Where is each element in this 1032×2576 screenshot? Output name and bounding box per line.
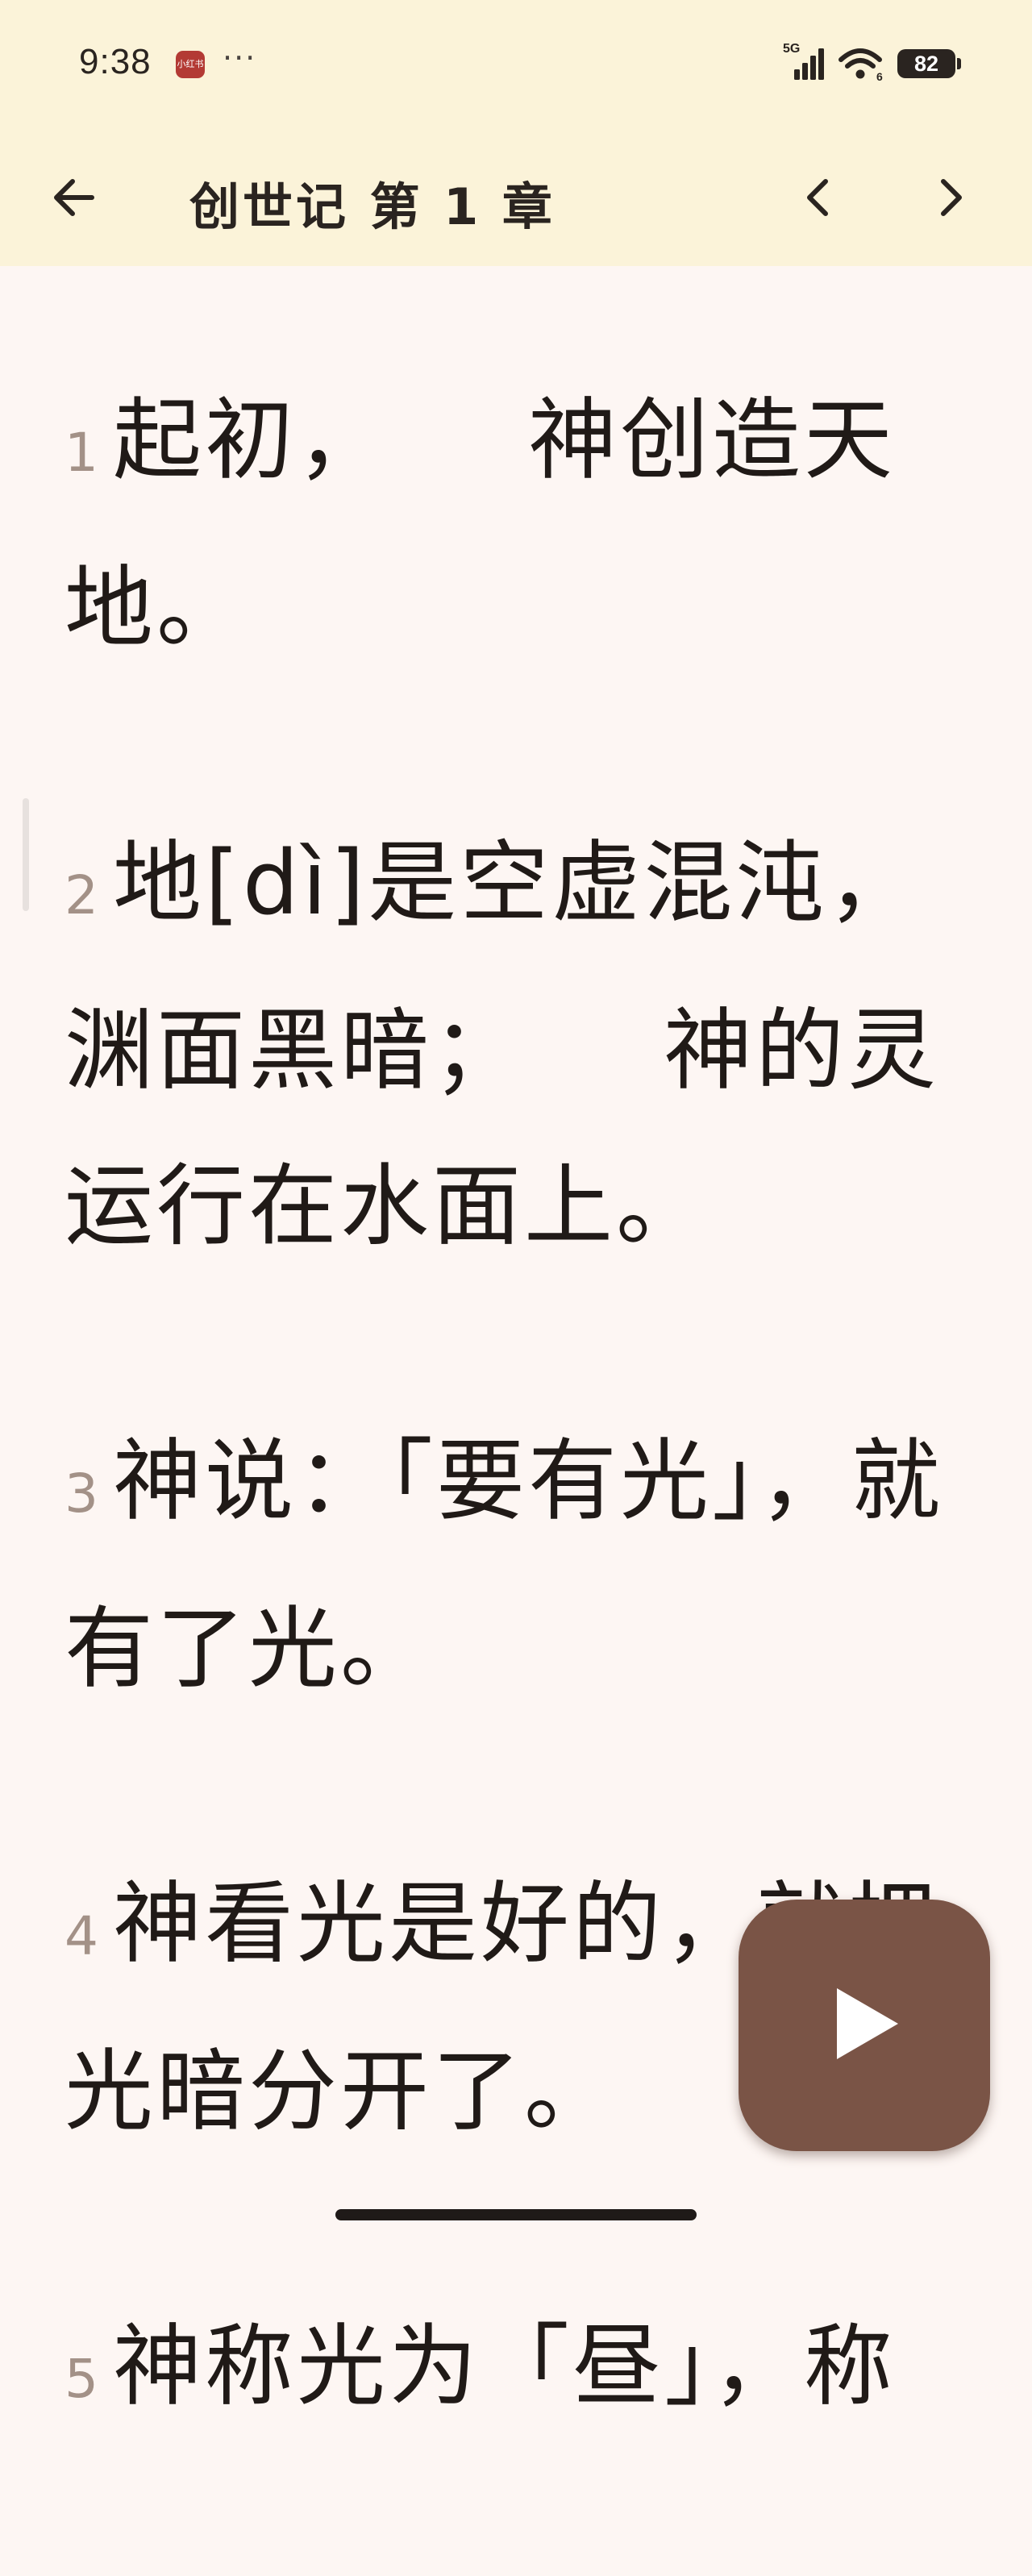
verse-text: 地[dì]是空虚混沌，渊面黑暗； 神的灵运行在水面上。 xyxy=(64,831,939,1258)
play-audio-button[interactable] xyxy=(739,1900,990,2151)
top-bar: 9:38 小红书 ··· 5G 6 82 创世记 第 1 章 xyxy=(0,0,1032,266)
status-time: 9:38 xyxy=(79,42,152,81)
arrow-left-icon xyxy=(54,179,94,216)
verse-3[interactable]: 3 神说：「要有光」，就有了光。 xyxy=(64,1404,968,1727)
scroll-indicator[interactable] xyxy=(23,798,29,911)
network-type-label: 5G xyxy=(783,42,801,56)
verse-number: 3 xyxy=(64,1463,102,1525)
status-indicators: 5G 6 82 xyxy=(783,42,961,83)
chapter-title: 创世记 第 1 章 xyxy=(189,177,556,236)
previous-chapter-button[interactable] xyxy=(789,165,853,230)
chevron-right-icon xyxy=(941,179,962,216)
verse-number: 5 xyxy=(64,2348,102,2410)
battery-icon: 82 xyxy=(897,49,961,78)
verse-2[interactable]: 2 地[dì]是空虚混沌，渊面黑暗； 神的灵运行在水面上。 xyxy=(64,805,968,1284)
more-notifications-icon: ··· xyxy=(223,40,257,76)
verse-number: 2 xyxy=(64,864,102,926)
verse-1[interactable]: 1 起初， 神创造天地。 xyxy=(64,363,968,686)
home-indicator[interactable] xyxy=(335,2209,697,2220)
wifi-icon: 6 xyxy=(838,45,886,82)
notification-app-icon: 小红书 xyxy=(176,51,205,78)
verse-text: 神说：「要有光」，就有了光。 xyxy=(64,1429,943,1700)
verse-number: 4 xyxy=(64,1905,102,1967)
play-icon xyxy=(837,1988,898,2059)
verse-5[interactable]: 5 神称光为「昼」，称 xyxy=(64,2289,968,2457)
wifi-band-label: 6 xyxy=(876,70,883,82)
back-button[interactable] xyxy=(42,165,106,230)
verse-number: 1 xyxy=(64,422,102,484)
chevron-left-icon xyxy=(807,179,828,216)
chapter-content: 1 起初， 神创造天地。 2 地[dì]是空虚混沌，渊面黑暗； 神的灵运行在水面上。… xyxy=(64,363,968,2576)
verse-text: 神称光为「昼」，称 xyxy=(113,2315,896,2418)
cellular-signal-icon: 5G xyxy=(783,42,826,82)
next-chapter-button[interactable] xyxy=(916,165,980,230)
verse-text: 起初， 神创造天地。 xyxy=(64,389,896,660)
